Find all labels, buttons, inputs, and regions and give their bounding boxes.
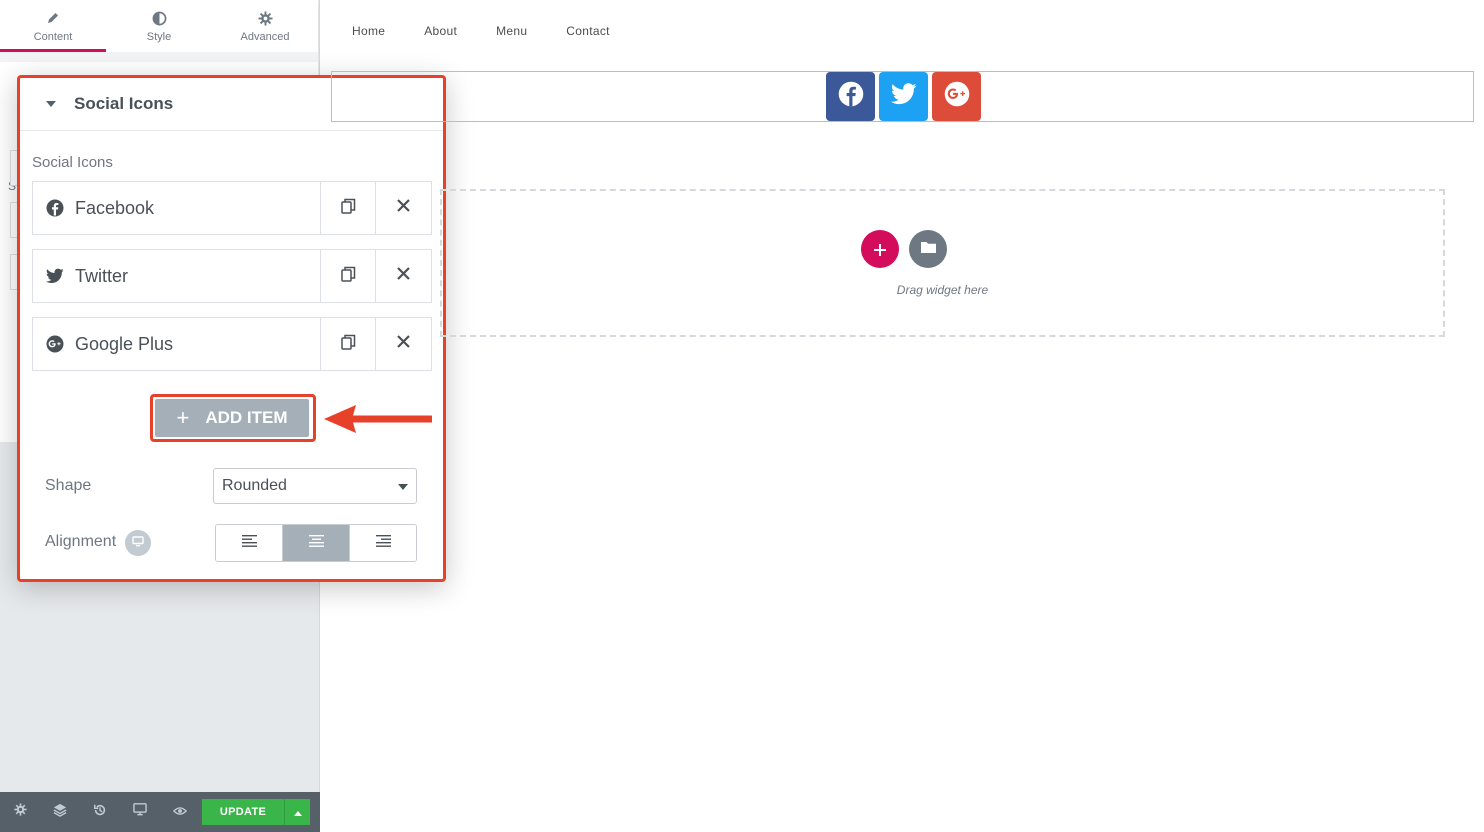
tab-style-label: Style xyxy=(146,31,172,43)
update-group: UPDATE xyxy=(202,799,310,825)
panel-tabs: Content Style Advanced xyxy=(0,0,318,52)
section-title: Social Icons xyxy=(74,94,174,113)
tab-content[interactable]: Content xyxy=(0,0,106,52)
shape-value: Rounded xyxy=(222,477,287,494)
remove-button[interactable] xyxy=(376,182,431,234)
nav-link-about[interactable]: About xyxy=(424,24,457,38)
add-item-label: ADD ITEM xyxy=(205,408,288,427)
repeater-item-google-plus: Google Plus xyxy=(32,317,432,371)
align-left-button[interactable] xyxy=(216,525,283,561)
tab-style[interactable]: Style xyxy=(106,0,212,52)
tab-advanced-label: Advanced xyxy=(240,31,290,43)
add-item-button[interactable]: + ADD ITEM xyxy=(155,399,309,437)
shape-label: Shape xyxy=(45,477,92,494)
alignment-control xyxy=(215,524,417,562)
add-template-button[interactable] xyxy=(909,230,947,268)
align-center-icon xyxy=(308,534,324,552)
close-icon xyxy=(397,199,410,217)
preview-icon xyxy=(172,803,188,821)
google-plus-icon xyxy=(944,81,970,112)
close-icon xyxy=(397,267,410,285)
chevron-down-icon xyxy=(398,477,408,495)
annotation-arrow-icon xyxy=(324,405,432,433)
repeater-item-title[interactable]: Facebook xyxy=(33,182,322,234)
repeater-item-label: Google Plus xyxy=(75,333,174,354)
gear-icon xyxy=(257,9,273,27)
copy-icon xyxy=(340,266,356,287)
plus-icon xyxy=(874,236,886,262)
facebook-icon xyxy=(46,199,64,217)
repeater-item-label: Twitter xyxy=(75,265,129,286)
repeater-item-facebook: Facebook xyxy=(32,181,432,235)
twitter-social-button[interactable] xyxy=(879,72,928,121)
twitter-icon xyxy=(890,83,917,110)
half-circle-icon xyxy=(152,9,167,27)
align-right-button[interactable] xyxy=(350,525,416,561)
repeater-item-twitter: Twitter xyxy=(32,249,432,303)
align-right-icon xyxy=(375,534,391,552)
plus-icon: + xyxy=(176,405,190,430)
responsive-button[interactable] xyxy=(120,792,160,832)
duplicate-button[interactable] xyxy=(321,182,377,234)
nav-link-menu[interactable]: Menu xyxy=(496,24,527,38)
close-icon xyxy=(397,335,410,353)
desktop-icon xyxy=(132,534,144,552)
navigator-button[interactable] xyxy=(40,792,80,832)
drop-zone[interactable]: Drag widget here xyxy=(440,189,1445,337)
add-item-highlight: + ADD ITEM xyxy=(150,394,316,442)
facebook-social-button[interactable] xyxy=(826,72,875,121)
add-section-button[interactable] xyxy=(861,230,899,268)
google-plus-social-button[interactable] xyxy=(932,72,981,121)
caret-down-icon xyxy=(46,101,56,107)
settings-button[interactable] xyxy=(0,792,40,832)
site-nav: Home About Menu Contact xyxy=(352,24,649,38)
social-icons-section: Social Icons Social Icons Facebook Twitt… xyxy=(17,75,446,582)
tab-content-label: Content xyxy=(33,31,73,43)
align-center-button[interactable] xyxy=(283,525,350,561)
preview-button[interactable] xyxy=(160,792,200,832)
google-plus-icon xyxy=(46,335,64,353)
folder-icon xyxy=(920,240,936,258)
repeater-item-title[interactable]: Google Plus xyxy=(33,318,322,370)
facebook-icon xyxy=(838,81,864,112)
repeater-label: Social Icons xyxy=(32,154,113,171)
copy-icon xyxy=(340,334,356,355)
social-icons-widget[interactable] xyxy=(331,71,1474,122)
repeater-item-label: Facebook xyxy=(75,197,155,218)
copy-icon xyxy=(340,198,356,219)
history-icon xyxy=(93,803,107,822)
pencil-icon xyxy=(46,9,60,27)
nav-link-home[interactable]: Home xyxy=(352,24,385,38)
remove-button[interactable] xyxy=(376,250,431,302)
nav-link-contact[interactable]: Contact xyxy=(566,24,609,38)
settings-icon xyxy=(13,803,27,821)
caret-up-icon xyxy=(293,803,302,821)
shape-select[interactable]: Rounded xyxy=(213,468,417,504)
responsive-icon xyxy=(133,803,147,821)
history-button[interactable] xyxy=(80,792,120,832)
repeater-item-title[interactable]: Twitter xyxy=(33,250,322,302)
duplicate-button[interactable] xyxy=(321,250,377,302)
panel-footer: UPDATE xyxy=(0,792,320,832)
duplicate-button[interactable] xyxy=(321,318,377,370)
update-button[interactable]: UPDATE xyxy=(202,799,284,825)
layers-icon xyxy=(53,803,67,822)
tab-advanced[interactable]: Advanced xyxy=(212,0,318,52)
responsive-toggle[interactable] xyxy=(125,530,151,556)
twitter-icon xyxy=(46,267,64,285)
alignment-label: Alignment xyxy=(45,533,117,550)
update-options-button[interactable] xyxy=(284,799,310,825)
drop-hint: Drag widget here xyxy=(896,283,989,297)
align-left-icon xyxy=(241,534,257,552)
remove-button[interactable] xyxy=(376,318,431,370)
